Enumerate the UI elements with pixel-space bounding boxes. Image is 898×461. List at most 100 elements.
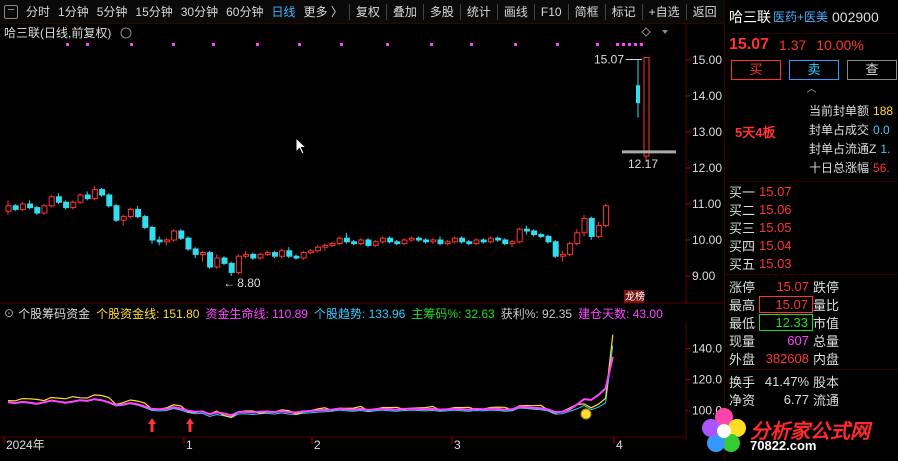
candle-body[interactable] [113,205,120,221]
candle-body[interactable] [336,237,343,245]
candle-body[interactable] [588,217,595,237]
candle-body[interactable] [271,252,278,257]
toolbar-period-5[interactable]: 60分钟 [222,0,267,24]
candle-body[interactable] [502,239,509,245]
kline-chart[interactable]: 15.00 14.00 13.00 12.00 11.00 10.00 9.00 哈三联(日… [0,24,724,304]
toolbar-period-1[interactable]: 1分钟 [54,0,93,24]
candle-body[interactable] [257,253,264,259]
candle-body[interactable] [495,237,502,241]
indicator-name[interactable]: 个股筹码资金 [18,305,90,322]
candle-body[interactable] [437,239,444,245]
candle-body[interactable] [343,237,350,243]
candle-body[interactable] [466,241,473,245]
candle-body[interactable] [156,239,163,243]
toolbar-action-2[interactable]: 多股 [426,0,458,24]
candle-body[interactable] [444,241,451,245]
candle-body[interactable] [34,207,41,214]
candle-body[interactable] [567,243,574,255]
toolbar-period-2[interactable]: 5分钟 [93,0,132,24]
candle-body[interactable] [192,248,199,255]
sell-button[interactable]: 卖 [789,60,839,80]
triangle-down-icon[interactable] [662,30,668,34]
candle-body[interactable] [307,250,314,254]
candle-body[interactable] [27,203,34,209]
lhb-badge[interactable]: 龙榜 [625,290,645,303]
buy-button[interactable]: 买 [731,60,781,80]
candle-body[interactable] [5,205,12,212]
toolbar-action-5[interactable]: F10 [537,0,566,24]
candle-body[interactable] [408,237,415,241]
candle-body[interactable] [135,208,142,218]
candle-body[interactable] [221,257,228,264]
candle-body[interactable] [243,253,250,257]
candle-body[interactable] [48,196,55,207]
candle-body[interactable] [171,230,178,241]
candle-body[interactable] [315,246,322,252]
candle-body[interactable] [149,226,156,241]
candle-body[interactable] [300,252,307,259]
candle-body[interactable] [163,239,170,243]
candle-body[interactable] [581,217,588,234]
toolbar-period-6[interactable]: 日线 [267,0,299,24]
candle-body[interactable] [473,239,480,245]
candle-body[interactable] [55,196,62,203]
indicator-settings-icon[interactable]: ⊙ [4,306,14,320]
candle-body[interactable] [451,237,458,243]
toolbar-action-8[interactable]: +自选 [645,0,684,24]
bid-row[interactable]: 买五 15.03 [725,254,898,272]
candle-body[interactable] [394,241,401,245]
diamond-icon[interactable] [641,27,651,37]
indicator-chart[interactable]: 140.0120.0100.0 [0,322,724,440]
toolbar-action-0[interactable]: 复权 [352,0,384,24]
stock-tags[interactable]: 医药+医美 [773,8,828,25]
candle-body[interactable] [106,194,113,207]
toolbar-action-3[interactable]: 统计 [463,0,495,24]
candle-body[interactable] [538,234,545,237]
candle-body[interactable] [430,239,437,243]
bid-row[interactable]: 买三 15.05 [725,218,898,236]
title-dropdown-icon[interactable] [120,27,132,39]
candle-body[interactable] [199,252,206,255]
candle-body[interactable] [228,262,235,273]
candle-body[interactable] [387,237,394,243]
candle-body[interactable] [264,252,271,255]
candle-body[interactable] [459,237,466,243]
toolbar-action-4[interactable]: 画线 [500,0,532,24]
candle-body[interactable] [365,239,372,246]
candle-body[interactable] [142,216,149,228]
candle-body[interactable] [207,252,214,268]
toolbar-period-0[interactable]: 分时 [22,0,54,24]
candle-body[interactable] [293,255,300,259]
candle-body[interactable] [379,237,386,243]
candle-body[interactable] [322,244,329,248]
candle-body[interactable] [77,194,84,203]
candle-body[interactable] [91,189,98,200]
toolbar-action-1[interactable]: 叠加 [389,0,421,24]
toolbar-action-7[interactable]: 标记 [608,0,640,24]
toolbar-period-7[interactable]: 更多 〉 [299,0,346,24]
toolbar-period-4[interactable]: 30分钟 [177,0,222,24]
bid-row[interactable]: 买四 15.04 [725,236,898,254]
candle-body[interactable] [574,232,581,245]
candle-body[interactable] [509,241,516,245]
candle-body[interactable] [63,201,70,209]
candle-body[interactable] [595,225,602,237]
bid-row[interactable]: 买一 15.07 [725,182,898,200]
candle-body[interactable] [329,243,336,246]
candle-body[interactable] [127,208,134,218]
bid-row[interactable]: 买二 15.06 [725,200,898,218]
candle-body[interactable] [480,239,487,243]
candle-body[interactable] [351,241,358,245]
candle-body[interactable] [286,250,293,257]
candle-body[interactable] [99,189,106,196]
candle-body[interactable] [235,255,242,273]
query-button[interactable]: 查 [847,60,897,80]
candle-body[interactable] [12,205,19,210]
candle-body[interactable] [603,205,610,227]
candle-body[interactable] [70,201,77,209]
candle-body[interactable] [250,253,257,259]
toolbar-action-6[interactable]: 简框 [571,0,603,24]
toolbar-period-3[interactable]: 15分钟 [131,0,176,24]
candle-body[interactable] [487,237,494,243]
candle-body[interactable] [423,239,430,243]
